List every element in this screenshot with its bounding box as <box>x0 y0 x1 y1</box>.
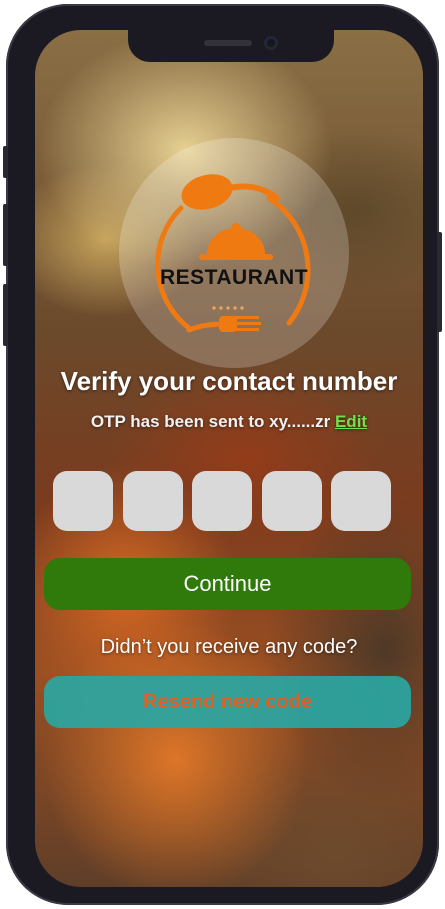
volume-up-button <box>3 204 8 266</box>
continue-button[interactable]: Continue <box>44 558 411 610</box>
cloche-icon <box>199 223 273 260</box>
otp-digit-3[interactable] <box>192 471 252 531</box>
mute-switch <box>3 146 8 178</box>
logo-brand-text: RESTAURANT <box>159 266 309 289</box>
front-camera <box>264 36 278 50</box>
no-code-prompt: Didn’t you receive any code? <box>100 636 358 658</box>
spoon-icon <box>181 174 280 210</box>
app-screen: RESTAURANT Verify your contact number OT… <box>35 30 423 887</box>
otp-sent-message: OTP has been sent to xy......zr Edit <box>35 412 423 432</box>
fork-icon <box>186 316 261 333</box>
resend-code-button[interactable]: Resend new code <box>44 676 411 728</box>
otp-digit-1[interactable] <box>53 471 113 531</box>
otp-digit-4[interactable] <box>262 471 322 531</box>
phone-frame: RESTAURANT Verify your contact number OT… <box>3 4 442 905</box>
edit-contact-link[interactable]: Edit <box>335 412 367 431</box>
notch <box>128 30 334 62</box>
restaurant-logo: RESTAURANT <box>119 138 349 368</box>
volume-down-button <box>3 284 8 346</box>
otp-input-group <box>53 471 393 531</box>
otp-sent-text: OTP has been sent to xy......zr <box>90 412 331 431</box>
page-title: Verify your contact number <box>60 366 398 396</box>
power-button <box>437 232 442 332</box>
otp-digit-5[interactable] <box>331 471 391 531</box>
speaker-grille <box>204 40 252 46</box>
otp-digit-2[interactable] <box>123 471 183 531</box>
